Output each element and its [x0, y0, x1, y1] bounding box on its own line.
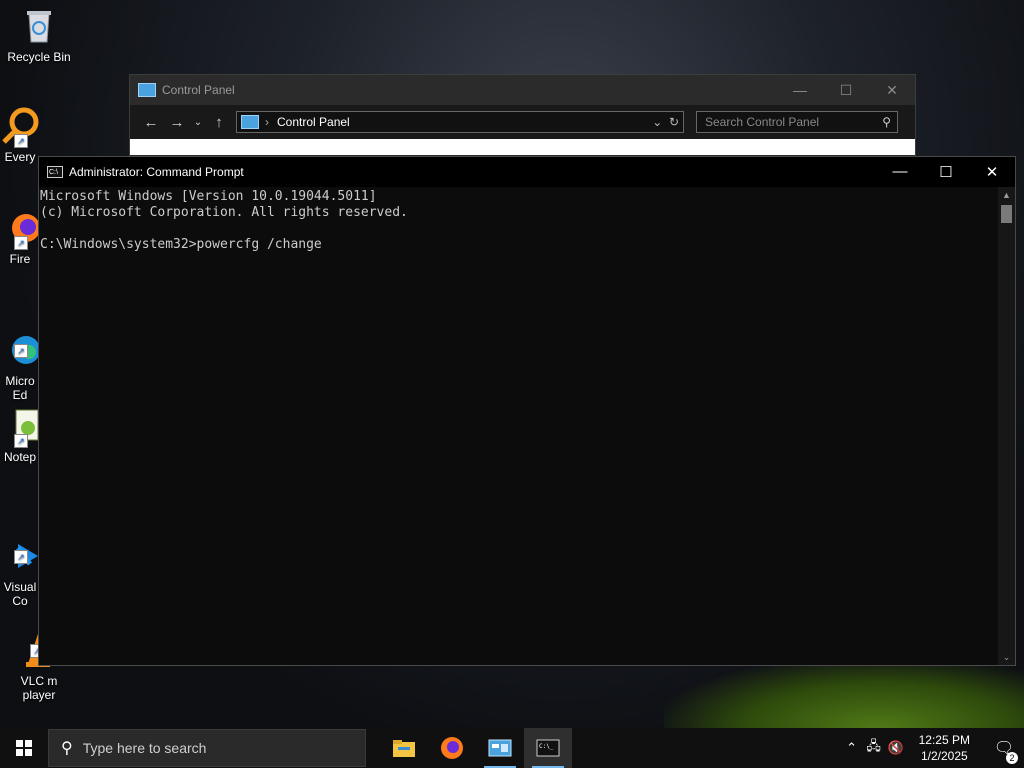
search-icon[interactable]: ⚲ [882, 115, 891, 129]
control-panel-icon [488, 739, 512, 757]
control-panel-window[interactable]: Control Panel — ☐ ✕ ← → ⌄ ↑ › Control Pa… [129, 74, 916, 166]
command-prompt-title: Administrator: Command Prompt [69, 165, 244, 179]
scroll-up-icon[interactable]: ▲ [998, 187, 1015, 203]
taskbar-file-explorer[interactable] [380, 728, 428, 768]
wallpaper-grass [664, 658, 1024, 728]
recent-locations-chevron-icon[interactable]: ⌄ [190, 117, 206, 128]
control-panel-icon [138, 83, 156, 97]
taskbar-firefox[interactable] [428, 728, 476, 768]
close-button[interactable]: ✕ [869, 82, 915, 99]
control-panel-navbar: ← → ⌄ ↑ › Control Panel ⌄ ↻ Search Contr… [130, 105, 915, 139]
start-button[interactable] [0, 728, 48, 768]
address-dropdown-icon[interactable]: ⌄ [652, 115, 662, 129]
maximize-button[interactable]: ☐ [923, 163, 969, 181]
recycle-bin-icon [19, 6, 59, 46]
desktop-icon-label: Fire [9, 252, 31, 266]
notification-count-badge: 2 [1006, 752, 1018, 764]
clock-date: 1/2/2025 [920, 749, 968, 763]
everything-icon: ↗ [0, 106, 40, 148]
shortcut-arrow-icon: ↗ [14, 236, 28, 250]
action-center-button[interactable]: 🗨 2 [984, 738, 1024, 764]
shortcut-arrow-icon: ↗ [14, 344, 28, 358]
terminal-line: (c) Microsoft Corporation. All rights re… [40, 205, 408, 220]
forward-arrow-icon[interactable]: → [164, 114, 190, 131]
control-panel-title: Control Panel [162, 83, 235, 97]
windows-logo-icon [16, 740, 32, 756]
svg-text:C:\_: C:\_ [539, 743, 554, 750]
maximize-button[interactable]: ☐ [823, 82, 869, 99]
firefox-icon [441, 737, 463, 759]
taskbar-command-prompt[interactable]: C:\_ [524, 728, 572, 768]
control-panel-content [130, 139, 915, 155]
taskbar: ⚲ Type here to search C:\_ ⌃ 🖧 🔇 12:25 P… [0, 728, 1024, 768]
minimize-button[interactable]: — [777, 82, 823, 99]
desktop-icon-edge[interactable]: ↗ Micro Ed [0, 302, 40, 416]
terminal-prompt-line: C:\Windows\system32>powercfg /change [40, 237, 322, 252]
clock[interactable]: 12:25 PM 1/2/2025 [919, 732, 970, 764]
back-arrow-icon[interactable]: ← [138, 114, 164, 131]
show-hidden-icons-chevron-icon[interactable]: ⌃ [841, 740, 863, 756]
desktop-icon-notepad[interactable]: ↗ Notep [0, 406, 40, 464]
taskbar-search-box[interactable]: ⚲ Type here to search [48, 729, 366, 767]
up-arrow-icon[interactable]: ↑ [206, 114, 232, 131]
minimize-button[interactable]: — [877, 163, 923, 181]
command-prompt-icon: C:\_ [536, 739, 560, 757]
clock-time: 12:25 PM [918, 733, 970, 747]
network-icon[interactable]: 🖧 [863, 737, 885, 759]
command-prompt-window[interactable]: C:\ Administrator: Command Prompt — ☐ ✕ … [38, 156, 1016, 666]
system-tray: ⌃ 🖧 🔇 12:25 PM 1/2/2025 🗨 2 [841, 728, 1024, 768]
taskbar-search-placeholder: Type here to search [82, 740, 207, 756]
scroll-down-icon[interactable]: ⌄ [998, 649, 1015, 665]
breadcrumb-separator-icon: › [265, 115, 269, 129]
desktop-icon-firefox[interactable]: ↗ Fire [0, 208, 40, 266]
desktop-icon-recycle-bin[interactable]: Recycle Bin [0, 6, 78, 64]
shortcut-arrow-icon: ↗ [14, 550, 28, 564]
terminal-scrollbar[interactable]: ▲ ⌄ [998, 187, 1015, 665]
vscode-icon: ↗ [0, 522, 40, 568]
desktop-icon-everything[interactable]: ↗ Every [0, 106, 40, 164]
command-prompt-icon: C:\ [47, 166, 63, 178]
breadcrumb-control-panel[interactable]: Control Panel [277, 115, 350, 129]
search-icon: ⚲ [61, 740, 73, 757]
desktop-icon-label: Micro Ed [5, 374, 35, 402]
desktop-icon-label: Notep [3, 450, 37, 464]
taskbar-control-panel[interactable] [476, 728, 524, 768]
search-placeholder: Search Control Panel [705, 115, 820, 129]
scrollbar-thumb[interactable] [1001, 205, 1012, 223]
control-panel-titlebar[interactable]: Control Panel — ☐ ✕ [130, 75, 915, 105]
desktop-icon-label: Every [4, 150, 36, 164]
control-panel-search-input[interactable]: Search Control Panel ⚲ [696, 111, 898, 133]
control-panel-icon [241, 115, 259, 129]
shortcut-arrow-icon: ↗ [14, 434, 28, 448]
notepad-icon: ↗ [0, 406, 40, 448]
desktop-icon-label: VLC m player [20, 674, 58, 702]
address-bar[interactable]: › Control Panel ⌄ ↻ [236, 111, 684, 133]
volume-muted-icon[interactable]: 🔇 [885, 740, 907, 756]
close-button[interactable]: ✕ [969, 163, 1015, 181]
shortcut-arrow-icon: ↗ [14, 134, 28, 148]
firefox-icon: ↗ [0, 208, 40, 250]
command-prompt-titlebar[interactable]: C:\ Administrator: Command Prompt — ☐ ✕ [39, 157, 1015, 187]
refresh-icon[interactable]: ↻ [669, 115, 679, 129]
terminal-output[interactable]: Microsoft Windows [Version 10.0.19044.50… [39, 187, 997, 665]
file-explorer-icon [393, 740, 415, 757]
edge-icon: ↗ [0, 316, 40, 364]
desktop-icon-label: Recycle Bin [7, 50, 71, 64]
terminal-line: Microsoft Windows [Version 10.0.19044.50… [40, 189, 377, 204]
